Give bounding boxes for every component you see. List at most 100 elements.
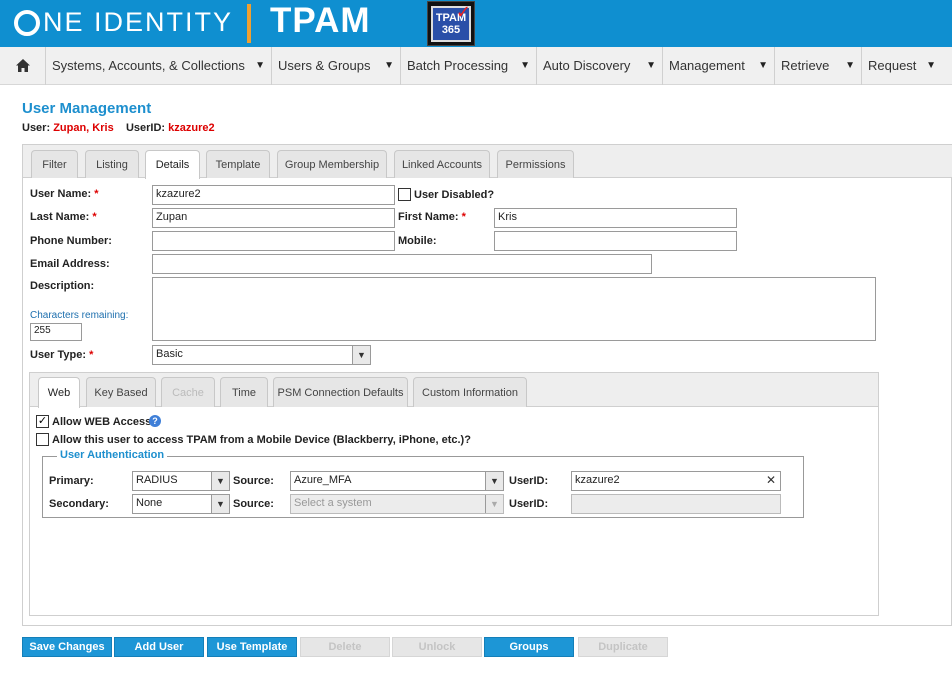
caret-down-icon: ▼	[758, 60, 768, 71]
groups-button[interactable]: Groups	[484, 637, 574, 657]
menu-label: Systems, Accounts, & Collections	[52, 58, 245, 73]
secondary-userid-label: UserID:	[509, 498, 549, 510]
main-menu-bar: Systems, Accounts, & Collections ▼ Users…	[0, 46, 952, 85]
email-address-label: Email Address:	[30, 258, 110, 270]
brand-separator	[247, 4, 251, 43]
mobile-input[interactable]	[494, 231, 737, 251]
help-icon[interactable]: ?	[149, 415, 161, 427]
chevron-down-icon: ▼	[211, 495, 229, 513]
access-tabstrip: Web Key Based Cache Time PSM Connection …	[30, 373, 878, 408]
menu-label: Users & Groups	[278, 58, 371, 73]
access-subpanel: Web Key Based Cache Time PSM Connection …	[29, 372, 879, 616]
caret-down-icon: ▼	[926, 60, 936, 71]
caret-down-icon: ▼	[384, 60, 394, 71]
secondary-source-placeholder: Select a system	[294, 497, 372, 509]
clear-icon[interactable]: ✕	[766, 473, 776, 487]
userid-value: kzazure2	[168, 122, 215, 134]
menu-label: Management	[669, 58, 745, 73]
caret-down-icon: ▼	[255, 60, 265, 71]
brand-logo[interactable]: NE IDENTITY	[14, 6, 233, 38]
menu-retrieve[interactable]: Retrieve ▼	[775, 46, 862, 85]
user-disabled-checkbox[interactable]	[398, 188, 411, 201]
first-name-input[interactable]: Kris	[494, 208, 737, 228]
menu-batch-processing[interactable]: Batch Processing ▼	[401, 46, 537, 85]
primary-userid-label: UserID:	[509, 475, 549, 487]
checkmark-icon: ✓	[455, 1, 471, 22]
brand-text: NE IDENTITY	[43, 6, 234, 37]
allow-mobile-checkbox[interactable]	[36, 433, 49, 446]
add-user-button[interactable]: Add User	[114, 637, 204, 657]
chevron-down-icon: ▼	[352, 346, 370, 364]
menu-label: Retrieve	[781, 58, 830, 73]
user-authentication-legend: User Authentication	[57, 449, 168, 461]
menu-label: Request	[868, 58, 917, 73]
user-value: Zupan, Kris	[53, 122, 114, 134]
brand-o-mark	[14, 9, 40, 36]
primary-source-select[interactable]: Azure_MFA ▼	[290, 471, 504, 491]
secondary-auth-value: None	[136, 497, 163, 509]
subtab-cache: Cache	[161, 377, 215, 407]
tab-group-membership[interactable]: Group Membership	[277, 150, 387, 178]
home-button[interactable]	[0, 46, 46, 85]
caret-down-icon: ▼	[520, 60, 530, 71]
subtab-time[interactable]: Time	[220, 377, 268, 407]
user-type-select[interactable]: Basic ▼	[152, 345, 371, 365]
last-name-input[interactable]: Zupan	[152, 208, 395, 228]
delete-button: Delete	[300, 637, 390, 657]
user-type-label: User Type: *	[30, 349, 94, 361]
last-name-label: Last Name: *	[30, 211, 97, 223]
primary-source-value: Azure_MFA	[294, 474, 352, 486]
email-address-input[interactable]	[152, 254, 652, 274]
primary-userid-input[interactable]: kzazure2 ✕	[571, 471, 781, 491]
home-icon	[15, 59, 30, 72]
subtab-custom-information[interactable]: Custom Information	[413, 377, 527, 407]
chevron-down-icon: ▼	[485, 472, 503, 490]
tab-details[interactable]: Details	[145, 150, 200, 179]
tab-listing[interactable]: Listing	[85, 150, 139, 178]
characters-remaining-label: Characters remaining:	[30, 310, 129, 321]
userid-label: UserID:	[125, 122, 166, 134]
secondary-label: Secondary:	[49, 498, 109, 510]
user-name-input[interactable]: kzazure2	[152, 185, 395, 205]
chevron-down-icon: ▼	[485, 495, 503, 513]
menu-users-groups[interactable]: Users & Groups ▼	[272, 46, 401, 85]
description-textarea[interactable]	[152, 277, 876, 341]
phone-number-input[interactable]	[152, 231, 395, 251]
tab-linked-accounts[interactable]: Linked Accounts	[394, 150, 490, 178]
current-user-line: User: Zupan, Kris UserID: kzazure2	[22, 122, 215, 134]
page-title: User Management	[22, 100, 152, 117]
tab-template[interactable]: Template	[206, 150, 270, 178]
menu-systems-accounts-collections[interactable]: Systems, Accounts, & Collections ▼	[46, 46, 272, 85]
primary-auth-select[interactable]: RADIUS ▼	[132, 471, 230, 491]
menu-auto-discovery[interactable]: Auto Discovery ▼	[537, 46, 663, 85]
subtab-web[interactable]: Web	[38, 377, 80, 408]
menu-label: Auto Discovery	[543, 58, 631, 73]
duplicate-button: Duplicate	[578, 637, 668, 657]
primary-userid-value: kzazure2	[575, 474, 620, 486]
menu-label: Batch Processing	[407, 58, 509, 73]
tab-permissions[interactable]: Permissions	[497, 150, 574, 178]
allow-web-access-checkbox[interactable]: ✓	[36, 415, 49, 428]
chevron-down-icon: ▼	[211, 472, 229, 490]
user-label: User:	[22, 122, 51, 134]
subtab-psm-connection-defaults[interactable]: PSM Connection Defaults	[273, 377, 408, 407]
secondary-source-select: Select a system ▼	[290, 494, 504, 514]
allow-web-access-label: Allow WEB Access	[52, 416, 152, 428]
top-header: NE IDENTITY TPAM TPAM 365 ✓	[0, 0, 952, 47]
user-type-value: Basic	[156, 348, 183, 360]
save-changes-button[interactable]: Save Changes	[22, 637, 112, 657]
subtab-key-based[interactable]: Key Based	[86, 377, 156, 407]
user-name-label: User Name: *	[30, 188, 99, 200]
menu-management[interactable]: Management ▼	[663, 46, 775, 85]
caret-down-icon: ▼	[845, 60, 855, 71]
caret-down-icon: ▼	[646, 60, 656, 71]
user-authentication-fieldset: User Authentication Primary: RADIUS ▼ So…	[42, 449, 804, 518]
menu-request[interactable]: Request ▼	[862, 47, 942, 85]
mobile-label: Mobile:	[398, 235, 437, 247]
tab-filter[interactable]: Filter	[31, 150, 78, 178]
details-panel: Filter Listing Details Template Group Me…	[22, 144, 952, 626]
secondary-auth-select[interactable]: None ▼	[132, 494, 230, 514]
characters-remaining-value: 255	[30, 323, 82, 341]
use-template-button[interactable]: Use Template	[207, 637, 297, 657]
primary-label: Primary:	[49, 475, 94, 487]
